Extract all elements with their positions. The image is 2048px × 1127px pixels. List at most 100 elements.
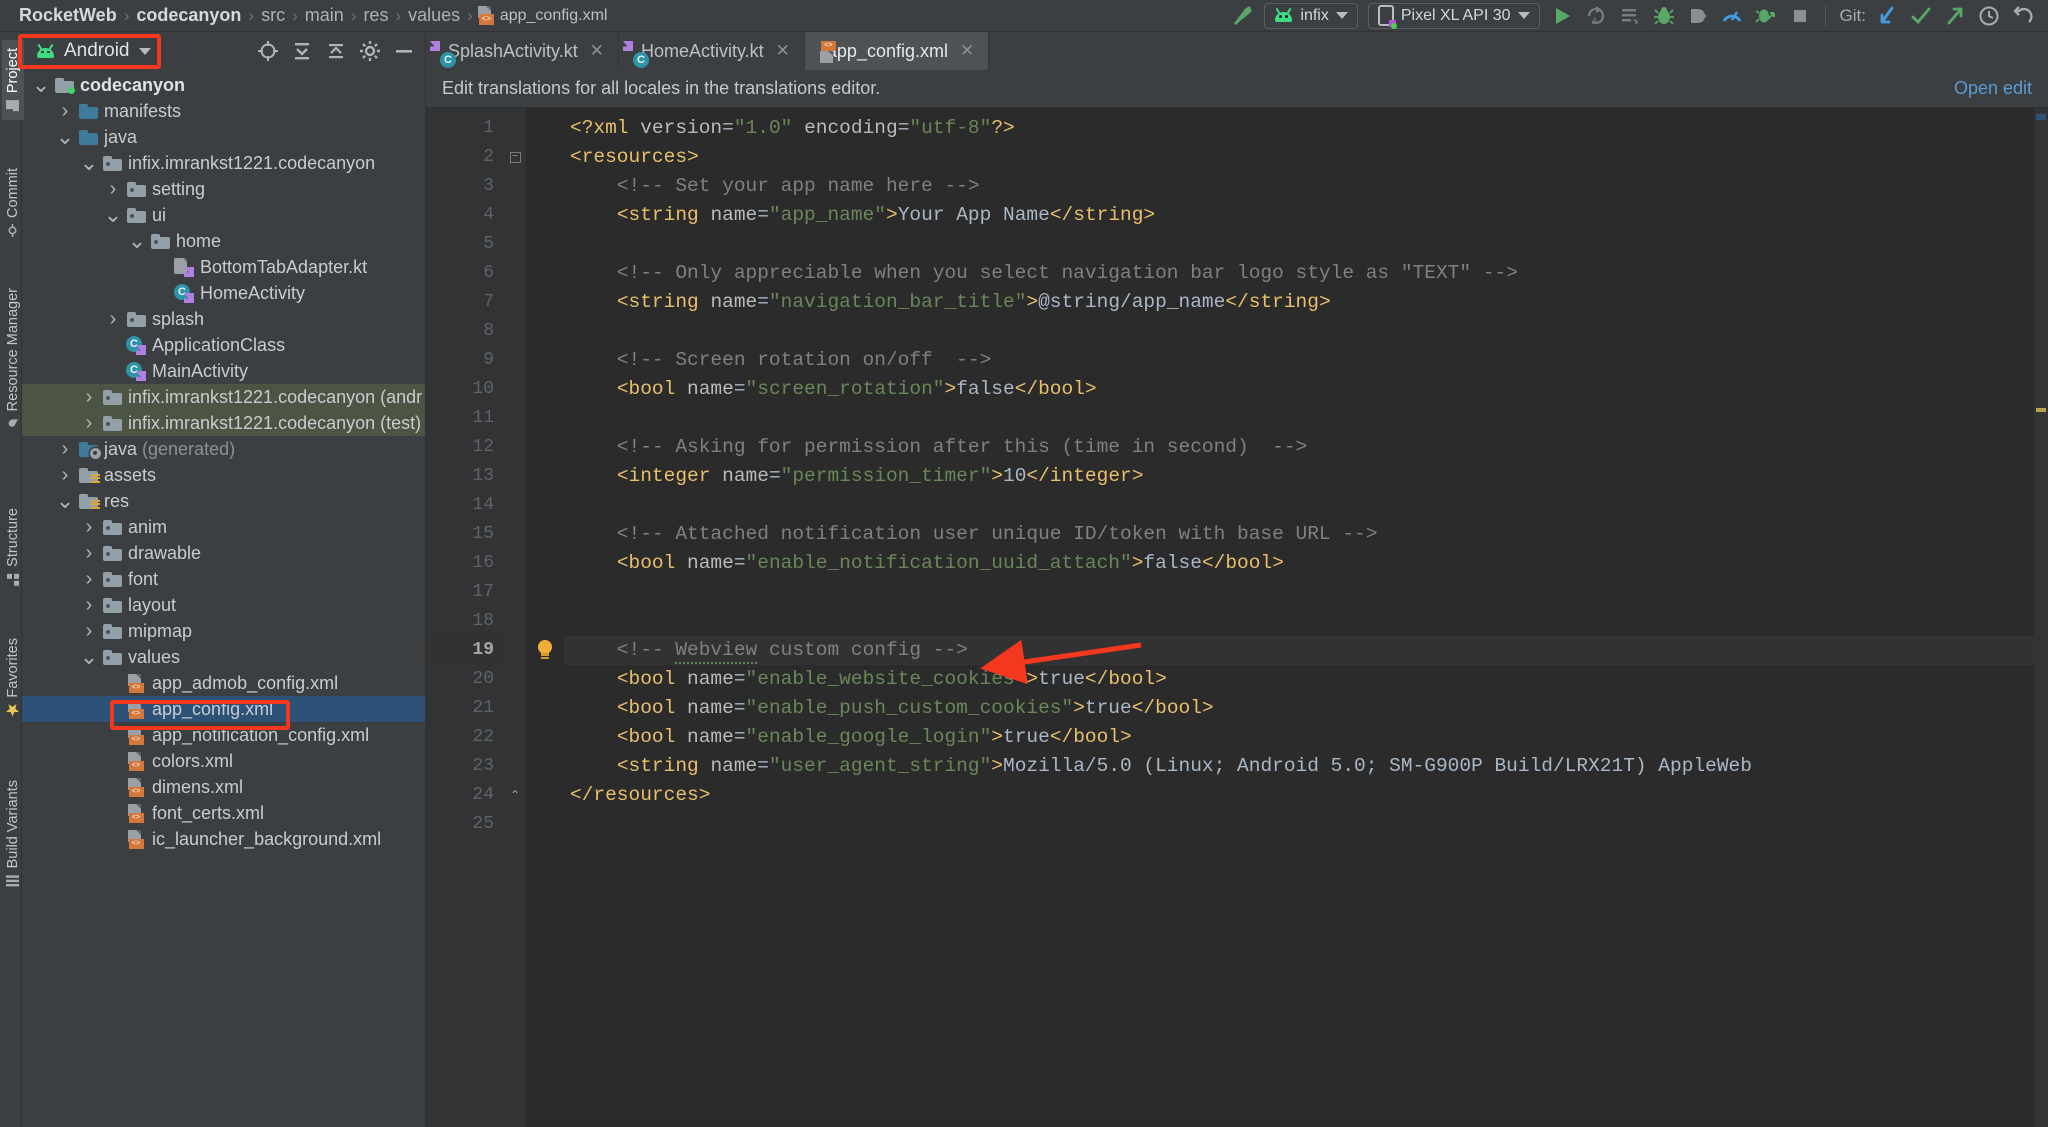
tool-window-tab-build-variants[interactable]: Build Variants <box>2 772 24 895</box>
apply-code-changes-icon[interactable] <box>1613 2 1647 30</box>
chevron-right-icon[interactable]: › <box>78 412 100 435</box>
project-tree[interactable]: ⌄ codecanyon › manifests ⌄ java ⌄ infix.imranks… <box>22 70 425 1127</box>
editor-tab-strip[interactable]: C SplashActivity.kt ✕ C HomeActivity.kt ✕ <> ap… <box>426 32 2048 70</box>
tree-row[interactable]: ⌄ java <box>22 124 425 150</box>
code-line[interactable]: </resources> <box>564 781 2034 810</box>
tree-row[interactable]: BottomTabAdapter.kt <box>22 254 425 280</box>
chevron-right-icon[interactable]: › <box>102 308 124 331</box>
tool-window-tab-commit[interactable]: Commit <box>2 160 24 245</box>
editor-tab-app-config-xml[interactable]: <> app_config.xml ✕ <box>804 32 990 70</box>
chevron-down-icon[interactable]: ⌄ <box>54 490 76 512</box>
crosshair-target-icon[interactable] <box>253 37 283 65</box>
expand-all-icon[interactable] <box>287 37 317 65</box>
tree-row[interactable]: <> app_config.xml <box>22 696 425 722</box>
run-button[interactable] <box>1545 2 1579 30</box>
chevron-down-icon[interactable]: ⌄ <box>78 646 100 668</box>
tree-row[interactable]: C HomeActivity <box>22 280 425 306</box>
tree-row[interactable]: <> app_admob_config.xml <box>22 670 425 696</box>
code-content[interactable]: <?xml version="1.0" encoding="utf-8"?> <r… <box>564 108 2034 1127</box>
code-line[interactable] <box>564 491 2034 520</box>
code-editor[interactable]: 1 2 3 4 5 6 7 8 9 10 11 12 13 14 15 16 17 18 19 20 21 22 23 24 2… <box>426 108 2048 1127</box>
chevron-right-icon[interactable]: › <box>78 620 100 643</box>
tree-row[interactable]: › infix.imrankst1221.codecanyon (andr <box>22 384 425 410</box>
tree-row[interactable]: <> app_notification_config.xml <box>22 722 425 748</box>
close-icon[interactable]: ✕ <box>776 41 790 61</box>
intention-bulb-gutter[interactable] <box>526 108 564 1127</box>
breadcrumb-current-file[interactable]: <> app_config.xml <box>477 6 607 25</box>
code-folding-gutter[interactable]: − ⌃ <box>504 108 526 1127</box>
stop-square-icon[interactable] <box>1783 2 1817 30</box>
profiler-gauge-icon[interactable] <box>1715 2 1749 30</box>
breadcrumb-item-src[interactable]: src <box>254 5 292 26</box>
minus-icon[interactable] <box>389 37 419 65</box>
fold-end-icon[interactable]: ⌃ <box>510 789 521 801</box>
collapse-all-icon[interactable] <box>321 37 351 65</box>
tree-row[interactable]: › setting <box>22 176 425 202</box>
code-line[interactable] <box>564 404 2034 433</box>
code-line[interactable]: <!-- Set your app name here --> <box>564 172 2034 201</box>
chevron-right-icon[interactable]: › <box>54 100 76 123</box>
code-line[interactable]: <integer name="permission_timer">10</int… <box>564 462 2034 491</box>
chevron-down-icon[interactable]: ⌄ <box>54 126 76 148</box>
code-line[interactable]: <string name="app_name">Your App Name</s… <box>564 201 2034 230</box>
tree-row[interactable]: <> dimens.xml <box>22 774 425 800</box>
project-view-selector[interactable]: Android <box>26 36 161 66</box>
breadcrumb-item-main[interactable]: main <box>298 5 351 26</box>
code-line[interactable] <box>564 317 2034 346</box>
code-line[interactable]: <string name="user_agent_string">Mozilla… <box>564 752 2034 781</box>
tree-row[interactable]: ⌄ res <box>22 488 425 514</box>
tree-row[interactable]: › layout <box>22 592 425 618</box>
tree-row[interactable]: <> colors.xml <box>22 748 425 774</box>
tool-window-tab-resource-manager[interactable]: Resource Manager <box>2 280 24 438</box>
tool-window-tab-project[interactable]: Project <box>2 40 24 121</box>
close-icon[interactable]: ✕ <box>590 41 604 61</box>
chevron-right-icon[interactable]: › <box>54 438 76 461</box>
breadcrumb-item-codecanyon[interactable]: codecanyon <box>129 5 248 26</box>
tool-window-tab-favorites[interactable]: Favorites <box>2 630 24 725</box>
code-line[interactable]: <bool name="enable_push_custom_cookies">… <box>564 694 2034 723</box>
code-line[interactable]: <?xml version="1.0" encoding="utf-8"?> <box>564 114 2034 143</box>
breadcrumb-item-rocketweb[interactable]: RocketWeb <box>12 5 124 26</box>
apply-changes-icon[interactable]: A <box>1579 2 1613 30</box>
tree-row[interactable]: › drawable <box>22 540 425 566</box>
chevron-right-icon[interactable]: › <box>54 464 76 487</box>
code-line[interactable]: <!-- Asking for permission after this (t… <box>564 433 2034 462</box>
intention-bulb-icon[interactable] <box>536 640 554 661</box>
breadcrumb-item-values[interactable]: values <box>401 5 467 26</box>
code-line[interactable] <box>564 810 2034 839</box>
code-line[interactable] <box>564 578 2034 607</box>
code-line[interactable] <box>564 230 2034 259</box>
chevron-right-icon[interactable]: › <box>102 178 124 201</box>
bug-icon[interactable] <box>1647 2 1681 30</box>
tree-row[interactable]: › anim <box>22 514 425 540</box>
code-line[interactable]: <bool name="enable_google_login">true</b… <box>564 723 2034 752</box>
code-line[interactable]: <!-- Only appreciable when you select na… <box>564 259 2034 288</box>
tree-row[interactable]: › assets <box>22 462 425 488</box>
tree-row[interactable]: ⌄ ui <box>22 202 425 228</box>
tree-row[interactable]: › java (generated) <box>22 436 425 462</box>
chevron-down-icon[interactable]: ⌄ <box>78 152 100 174</box>
run-configuration-selector[interactable]: infix <box>1264 2 1358 29</box>
code-line[interactable]: <!-- Attached notification user unique I… <box>564 520 2034 549</box>
git-rollback-button[interactable] <box>2006 2 2040 30</box>
git-commit-button[interactable] <box>1904 2 1938 30</box>
tree-row[interactable]: ⌄ infix.imrankst1221.codecanyon <box>22 150 425 176</box>
breadcrumb[interactable]: RocketWeb › codecanyon › src › main › res › values… <box>12 5 473 26</box>
code-line[interactable]: <!-- Webview custom config --> <box>564 636 2034 665</box>
gear-icon[interactable] <box>355 37 385 65</box>
tree-row[interactable]: <> font_certs.xml <box>22 800 425 826</box>
tree-row[interactable]: › infix.imrankst1221.codecanyon (test) <box>22 410 425 436</box>
code-line[interactable]: <bool name="enable_website_cookies">true… <box>564 665 2034 694</box>
git-update-button[interactable] <box>1870 2 1904 30</box>
chevron-down-icon[interactable]: ⌄ <box>30 74 52 96</box>
tool-window-tab-structure[interactable]: Structure <box>2 500 24 594</box>
fold-collapse-icon[interactable]: − <box>509 152 521 163</box>
tree-row[interactable]: › manifests <box>22 98 425 124</box>
build-hammer-icon[interactable] <box>1225 2 1259 30</box>
git-push-button[interactable] <box>1938 2 1972 30</box>
chevron-right-icon[interactable]: › <box>78 594 100 617</box>
chevron-right-icon[interactable]: › <box>78 568 100 591</box>
tree-row[interactable]: ⌄ values <box>22 644 425 670</box>
chevron-right-icon[interactable]: › <box>78 516 100 539</box>
editor-marker-bar[interactable] <box>2034 108 2048 1127</box>
